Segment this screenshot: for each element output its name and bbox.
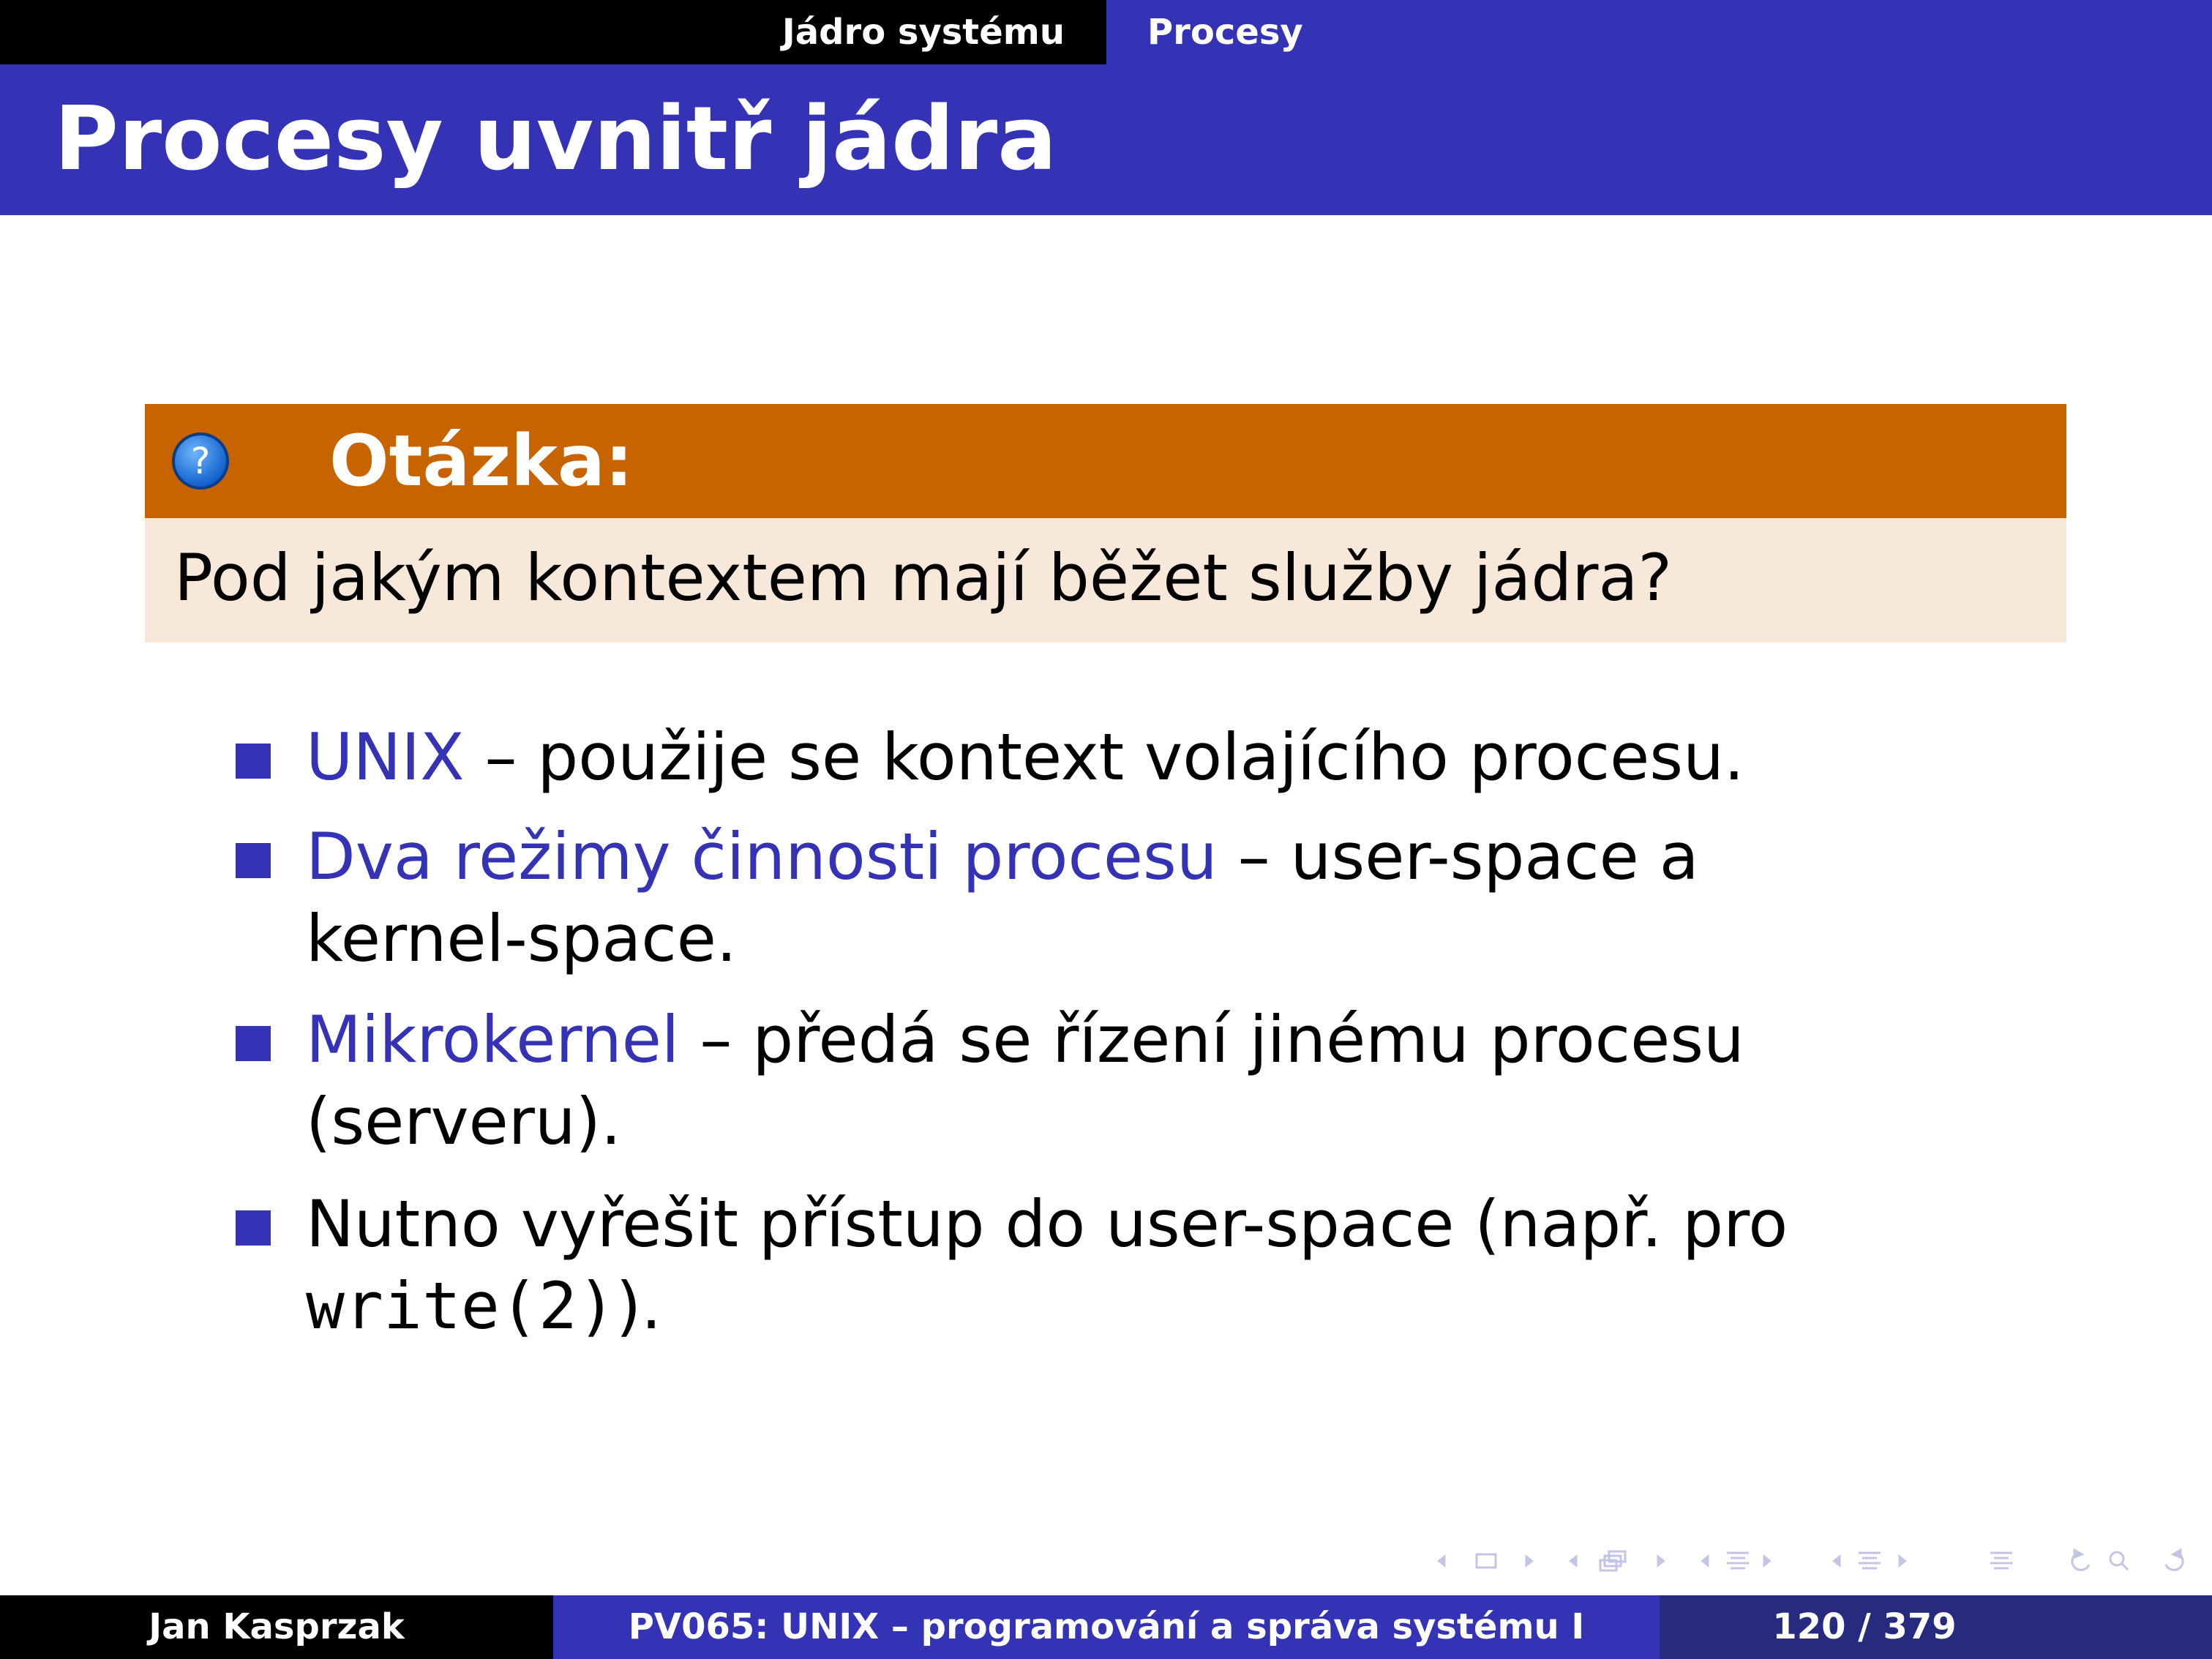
presentation-icon[interactable] [1859, 1551, 1881, 1570]
list-item-text: (serveru). [306, 1084, 621, 1159]
question-block-header: ? Otázka: [145, 404, 2066, 518]
prev-presentation-icon[interactable] [1832, 1554, 1841, 1568]
page-number: 120 / 379 [1772, 1606, 1957, 1647]
search-icon[interactable] [2109, 1551, 2125, 1567]
next-subsection-icon[interactable] [1657, 1554, 1665, 1568]
nav-section-link[interactable]: Jádro systému [782, 0, 1106, 64]
list-item-text: – předá se řízení jinému procesu [679, 1002, 1744, 1077]
prev-frame-icon[interactable] [1437, 1554, 1446, 1568]
slide-title: Procesy uvnitř jádra [54, 89, 1057, 190]
list-item-text: Nutno vyřešit přístup do user-space (nap… [306, 1186, 1788, 1262]
section-icon[interactable] [1727, 1551, 1749, 1570]
code-text: write(2) [306, 1268, 616, 1344]
title-bar: Procesy uvnitř jádra [0, 64, 2212, 215]
prev-subsection-icon[interactable] [1569, 1554, 1578, 1568]
footer-course-box: PV065: UNIX – programování a správa syst… [553, 1595, 1660, 1659]
question-text: Pod jakým kontextem mají běžet služby já… [174, 540, 1673, 615]
next-presentation-icon[interactable] [1898, 1554, 1907, 1568]
bullet-square-icon [236, 1026, 271, 1061]
footer-author: Jan Kasprzak [149, 1606, 405, 1647]
list-item-line: write(2)). [306, 1266, 661, 1347]
list-item-text: kernel-space. [306, 901, 737, 976]
beamer-navigation [1437, 1548, 2184, 1572]
nav-subsection-link[interactable]: Procesy [1106, 0, 1303, 64]
question-block-body: Pod jakým kontextem mají běžet služby já… [145, 518, 2066, 643]
footer-course: PV065: UNIX – programování a správa syst… [628, 1606, 1585, 1647]
frame-icon[interactable] [1475, 1553, 1497, 1569]
question-icon: ? [172, 432, 229, 490]
prev-section-icon[interactable] [1701, 1554, 1709, 1568]
list-item-term: UNIX [306, 719, 465, 795]
list-item-term: Dva režimy činnosti procesu [306, 819, 1218, 894]
list-item-line: Mikrokernel – předá se řízení jinému pro… [306, 1000, 1744, 1080]
subsection-icon[interactable] [1599, 1550, 1627, 1572]
svg-text:?: ? [191, 440, 211, 482]
list-item-line: Dva režimy činnosti procesu – user-space… [306, 817, 1699, 897]
next-section-icon[interactable] [1763, 1554, 1772, 1568]
footer: Jan Kasprzak PV065: UNIX – programování … [0, 1595, 2212, 1659]
footer-page-box: 120 / 379 [1660, 1595, 2212, 1659]
bullet-square-icon [236, 843, 271, 878]
list-item-line: kernel-space. [306, 899, 737, 979]
list-item-line: (serveru). [306, 1082, 621, 1162]
footer-author-box: Jan Kasprzak [0, 1595, 553, 1659]
list-item-line: UNIX – použije se kontext volajícího pro… [306, 717, 1744, 798]
question-title: Otázka: [329, 420, 634, 502]
bullet-square-icon [236, 1210, 271, 1246]
next-frame-icon[interactable] [1525, 1554, 1534, 1568]
list-item-text: – user-space a [1217, 819, 1699, 894]
list-item-term: Mikrokernel [306, 1002, 680, 1077]
list-item-text: ). [615, 1268, 662, 1344]
list-item-text: – použije se kontext volajícího procesu. [464, 719, 1744, 795]
list-item-line: Nutno vyřešit přístup do user-space (nap… [306, 1184, 1788, 1265]
bullet-square-icon [236, 744, 271, 779]
appendix-icon[interactable] [1990, 1551, 2012, 1570]
